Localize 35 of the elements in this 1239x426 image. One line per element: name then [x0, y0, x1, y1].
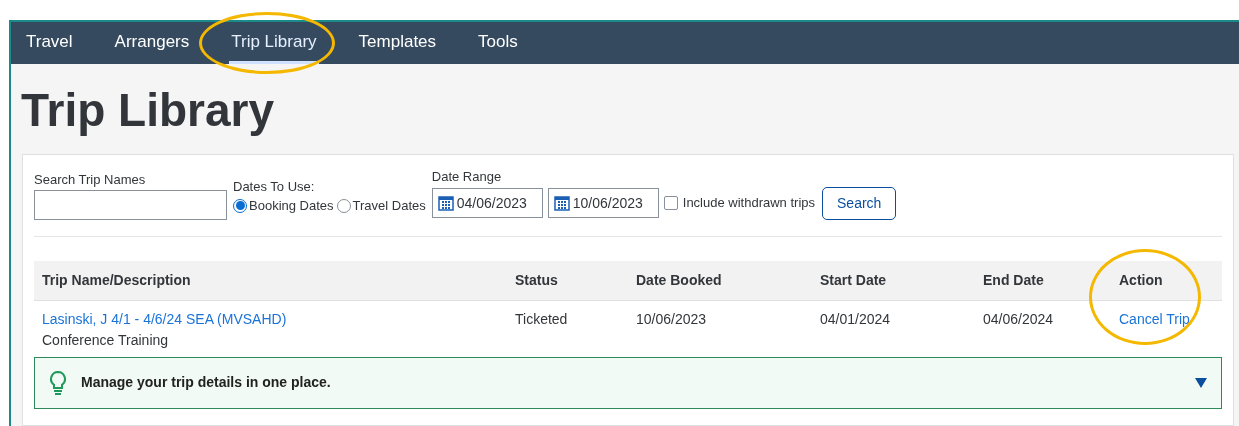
date-range-label: Date Range: [431, 168, 503, 186]
calendar-icon[interactable]: [553, 195, 570, 211]
search-label: Search Trip Names: [34, 171, 147, 189]
nav-tab[interactable]: Arrangers: [112, 22, 192, 64]
checkbox-label: Include withdrawn trips: [682, 194, 815, 213]
lightbulb-icon: [49, 369, 67, 396]
nav-tab[interactable]: Travel: [24, 22, 75, 64]
checkbox[interactable]: [663, 196, 678, 210]
table-cell-text: Ticketed: [515, 309, 569, 329]
expand-caret-icon[interactable]: [1195, 377, 1207, 388]
column-header: Date Booked: [636, 270, 723, 290]
column-header: Trip Name/Description: [42, 270, 192, 290]
column-header: End Date: [983, 270, 1045, 290]
column-header: Status: [515, 270, 559, 290]
trip-description: Conference Training: [42, 330, 170, 350]
date-field[interactable]: 10/06/2023: [547, 188, 659, 218]
tip-text: Manage your trip details in one place.: [81, 373, 332, 392]
page-title: Trip Library: [21, 83, 276, 138]
column-header: Start Date: [820, 270, 888, 290]
search-button[interactable]: Search: [822, 186, 897, 220]
nav-tab[interactable]: Tools: [476, 22, 520, 64]
radio-label: Travel Dates: [352, 197, 426, 215]
calendar-icon[interactable]: [437, 195, 454, 211]
trip-name-link[interactable]: Lasinski, J 4/1 - 4/6/24 SEA (MVSAHD): [42, 308, 515, 330]
table-cell-text: 10/06/2023: [636, 309, 708, 329]
search-field[interactable]: [34, 189, 227, 220]
column-header: Action: [1119, 270, 1164, 290]
date-field[interactable]: 04/06/2023: [431, 188, 543, 218]
table-cell-text: 04/01/2024: [820, 309, 892, 329]
radio-label: Booking Dates: [249, 197, 334, 215]
dates-label: Dates To Use:: [233, 177, 316, 196]
table-cell-text: 04/06/2024: [983, 309, 1055, 329]
nav-tab[interactable]: Templates: [356, 22, 439, 64]
nav-tab[interactable]: Trip Library: [229, 22, 319, 64]
cancel-trip-link[interactable]: Cancel Trip: [1119, 310, 1190, 327]
